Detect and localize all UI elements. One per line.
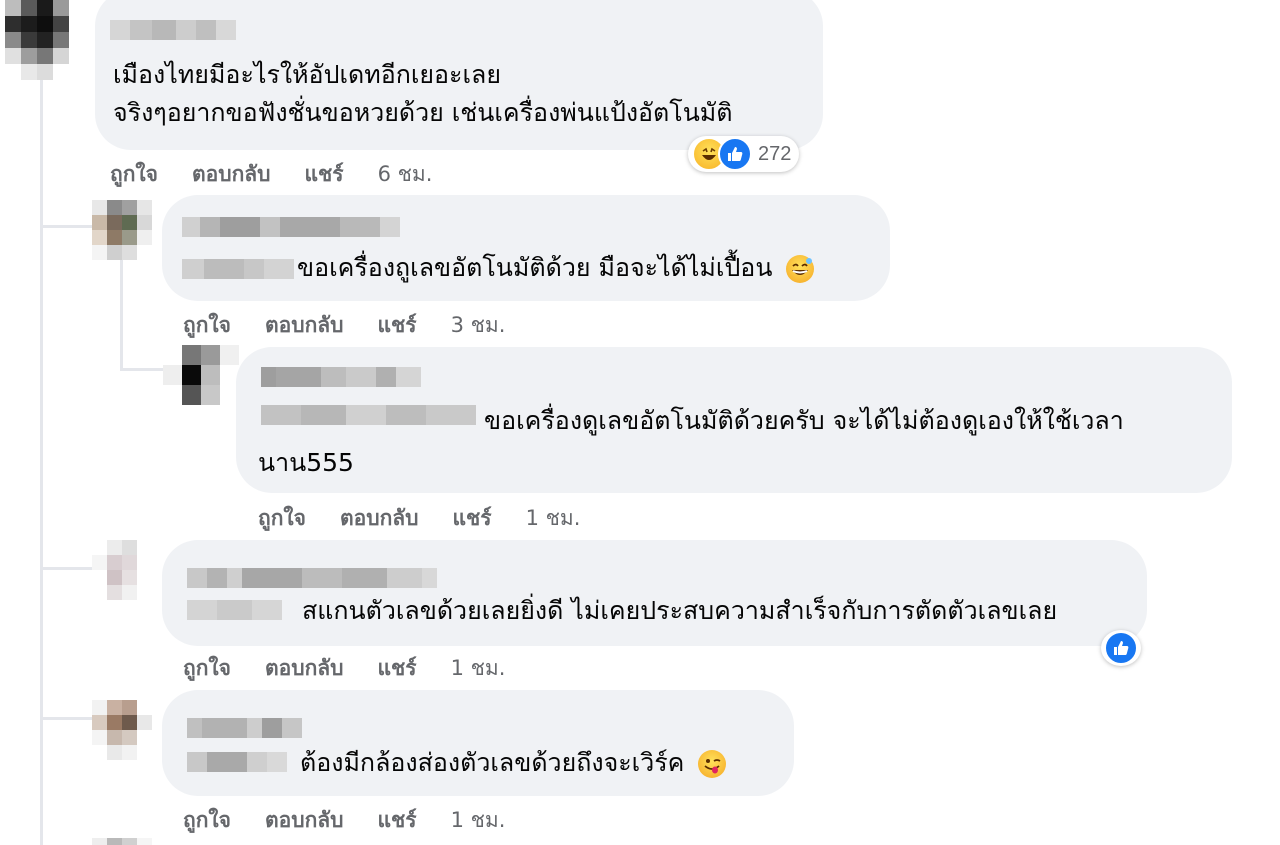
share-link[interactable]: แชร์ (378, 309, 417, 342)
reaction-count: 272 (758, 142, 792, 165)
avatar[interactable] (92, 700, 152, 760)
thread-line-branch-3 (40, 567, 95, 570)
thread-line-branch-4 (40, 717, 95, 720)
share-link[interactable]: แชร์ (378, 652, 417, 685)
reply-link[interactable]: ตอบกลับ (265, 309, 344, 342)
comment-text-line: จริงๆอยากขอฟังชั่นขอหวยด้วย เช่นเครื่องพ… (113, 98, 733, 127)
avatar[interactable] (92, 540, 152, 600)
reply-link[interactable]: ตอบกลับ (265, 652, 344, 685)
author-name-redacted (187, 752, 287, 772)
like-link[interactable]: ถูกใจ (183, 309, 231, 342)
comment-text: ต้องมีกล้องส่องตัวเลขด้วยถึงจะเวิร์ค (300, 744, 727, 782)
like-link[interactable]: ถูกใจ (110, 158, 158, 191)
comment-actions: ถูกใจ ตอบกลับ แชร์ 6 ชม. (110, 158, 466, 191)
comment-text-line: สแกนตัวเลขด้วยเลยยิ่งดี ไม่เคยประสบความส… (302, 596, 1058, 625)
like-link[interactable]: ถูกใจ (183, 652, 231, 685)
comment-bubble: ขอเครื่องดูเลขอัตโนมัติด้วยครับ จะได้ไม่… (236, 347, 1232, 493)
thread-line-main (40, 80, 43, 845)
comment-text-line: นาน555 (258, 448, 354, 477)
comment-bubble: สแกนตัวเลขด้วยเลยยิ่งดี ไม่เคยประสบความส… (162, 540, 1147, 646)
grinning-sweat-emoji (786, 255, 815, 283)
share-link[interactable]: แชร์ (378, 804, 417, 837)
winking-tongue-emoji (698, 750, 727, 778)
comment-actions: ถูกใจ ตอบกลับ แชร์ 1 ชม. (258, 502, 614, 535)
comment-actions: ถูกใจ ตอบกลับ แชร์ 3 ชม. (183, 309, 539, 342)
author-name-redacted (182, 259, 294, 279)
comment-text-line: ต้องมีกล้องส่องตัวเลขด้วยถึงจะเวิร์ค (300, 748, 685, 777)
thread-line-sub (120, 258, 123, 368)
timestamp[interactable]: 6 ชม. (378, 158, 433, 191)
comment-bubble: ต้องมีกล้องส่องตัวเลขด้วยถึงจะเวิร์ค (162, 690, 794, 796)
timestamp[interactable]: 3 ชม. (451, 309, 506, 342)
share-link[interactable]: แชร์ (305, 158, 344, 191)
avatar[interactable] (92, 200, 152, 260)
comment-text-line: ขอเครื่องดูเลขอัตโนมัติด้วยครับ จะได้ไม่… (484, 406, 1124, 435)
timestamp[interactable]: 1 ชม. (451, 652, 506, 685)
reply-link[interactable]: ตอบกลับ (265, 804, 344, 837)
comment-text: ขอเครื่องถูเลขอัตโนมัติด้วย มือจะได้ไม่เ… (297, 249, 815, 287)
author-name-redacted[interactable] (187, 568, 437, 588)
like-link[interactable]: ถูกใจ (183, 804, 231, 837)
author-name-redacted[interactable] (261, 367, 421, 387)
thread-line-branch-1 (40, 225, 95, 228)
reply-link[interactable]: ตอบกลับ (340, 502, 419, 535)
author-name-redacted[interactable] (187, 718, 302, 738)
like-icon (718, 137, 752, 171)
comment-bubble: ขอเครื่องถูเลขอัตโนมัติด้วย มือจะได้ไม่เ… (162, 195, 890, 301)
avatar[interactable] (163, 345, 239, 405)
share-link[interactable]: แชร์ (453, 502, 492, 535)
avatar[interactable] (92, 838, 152, 845)
author-name-redacted[interactable] (110, 20, 236, 40)
comment-text-line: เมืองไทยมีอะไรให้อัปเดทอีกเยอะเลย (113, 60, 502, 89)
comment-actions: ถูกใจ ตอบกลับ แชร์ 1 ชม. (183, 804, 539, 837)
reaction-summary[interactable]: 272 (688, 136, 800, 172)
timestamp[interactable]: 1 ชม. (451, 804, 506, 837)
author-name-redacted (187, 600, 282, 620)
like-link[interactable]: ถูกใจ (258, 502, 306, 535)
comment-text: เมืองไทยมีอะไรให้อัปเดทอีกเยอะเลย จริงๆอ… (113, 56, 733, 132)
reply-link[interactable]: ตอบกลับ (192, 158, 271, 191)
timestamp[interactable]: 1 ชม. (526, 502, 581, 535)
author-name-redacted[interactable] (182, 217, 400, 237)
avatar[interactable] (5, 0, 69, 80)
reaction-summary[interactable] (1101, 630, 1141, 666)
like-icon (1104, 631, 1138, 665)
author-name-redacted (261, 405, 476, 425)
comment-text-line: ขอเครื่องถูเลขอัตโนมัติด้วย มือจะได้ไม่เ… (297, 253, 773, 282)
comment-actions: ถูกใจ ตอบกลับ แชร์ 1 ชม. (183, 652, 539, 685)
comment-bubble: เมืองไทยมีอะไรให้อัปเดทอีกเยอะเลย จริงๆอ… (95, 0, 823, 150)
